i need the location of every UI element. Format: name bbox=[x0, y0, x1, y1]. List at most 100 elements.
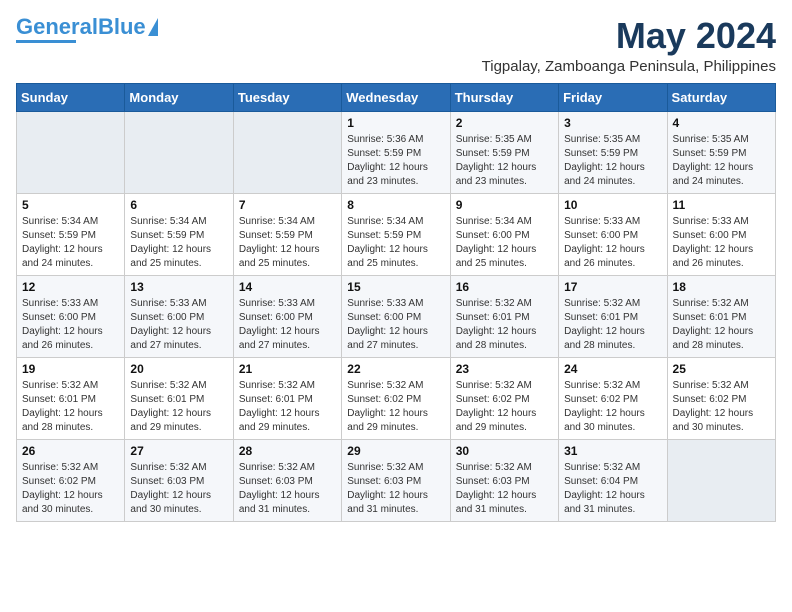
sunset-text: Sunset: 6:00 PM bbox=[130, 311, 227, 325]
day-number: 11 bbox=[673, 198, 770, 212]
daylight-text: Daylight: 12 hours and 25 minutes. bbox=[456, 243, 553, 271]
calendar-cell: 10Sunrise: 5:33 AMSunset: 6:00 PMDayligh… bbox=[559, 193, 667, 275]
day-info: Sunrise: 5:32 AMSunset: 6:01 PMDaylight:… bbox=[456, 297, 553, 353]
day-info: Sunrise: 5:35 AMSunset: 5:59 PMDaylight:… bbox=[673, 133, 770, 189]
sunset-text: Sunset: 6:02 PM bbox=[22, 475, 119, 489]
sunset-text: Sunset: 6:03 PM bbox=[347, 475, 444, 489]
day-number: 13 bbox=[130, 280, 227, 294]
sunrise-text: Sunrise: 5:33 AM bbox=[347, 297, 444, 311]
sunrise-text: Sunrise: 5:32 AM bbox=[239, 461, 336, 475]
daylight-text: Daylight: 12 hours and 24 minutes. bbox=[22, 243, 119, 271]
sunset-text: Sunset: 5:59 PM bbox=[347, 147, 444, 161]
day-number: 1 bbox=[347, 116, 444, 130]
day-number: 12 bbox=[22, 280, 119, 294]
daylight-text: Daylight: 12 hours and 23 minutes. bbox=[456, 161, 553, 189]
daylight-text: Daylight: 12 hours and 29 minutes. bbox=[130, 407, 227, 435]
calendar-cell: 18Sunrise: 5:32 AMSunset: 6:01 PMDayligh… bbox=[667, 275, 775, 357]
location-subtitle: Tigpalay, Zamboanga Peninsula, Philippin… bbox=[482, 58, 776, 75]
sunrise-text: Sunrise: 5:32 AM bbox=[22, 379, 119, 393]
day-info: Sunrise: 5:33 AMSunset: 6:00 PMDaylight:… bbox=[22, 297, 119, 353]
calendar-week-row: 5Sunrise: 5:34 AMSunset: 5:59 PMDaylight… bbox=[17, 193, 776, 275]
calendar-cell: 30Sunrise: 5:32 AMSunset: 6:03 PMDayligh… bbox=[450, 439, 558, 521]
day-number: 6 bbox=[130, 198, 227, 212]
daylight-text: Daylight: 12 hours and 24 minutes. bbox=[673, 161, 770, 189]
sunrise-text: Sunrise: 5:32 AM bbox=[564, 297, 661, 311]
day-info: Sunrise: 5:33 AMSunset: 6:00 PMDaylight:… bbox=[564, 215, 661, 271]
sunset-text: Sunset: 6:01 PM bbox=[564, 311, 661, 325]
daylight-text: Daylight: 12 hours and 31 minutes. bbox=[564, 489, 661, 517]
sunrise-text: Sunrise: 5:33 AM bbox=[239, 297, 336, 311]
calendar-cell: 12 Sunrise: 5:33 AMSunset: 6:00 PMDayligh… bbox=[17, 275, 125, 357]
calendar-cell: 4 Sunrise: 5:35 AMSunset: 5:59 PMDaylight… bbox=[667, 111, 775, 193]
sunrise-text: Sunrise: 5:32 AM bbox=[347, 379, 444, 393]
sunrise-text: Sunrise: 5:32 AM bbox=[564, 461, 661, 475]
calendar-cell bbox=[667, 439, 775, 521]
header-tuesday: Tuesday bbox=[233, 83, 341, 111]
daylight-text: Daylight: 12 hours and 24 minutes. bbox=[564, 161, 661, 189]
header-thursday: Thursday bbox=[450, 83, 558, 111]
day-number: 14 bbox=[239, 280, 336, 294]
calendar-header-row: Sunday Monday Tuesday Wednesday Thursday… bbox=[17, 83, 776, 111]
day-number: 16 bbox=[456, 280, 553, 294]
sunset-text: Sunset: 6:00 PM bbox=[22, 311, 119, 325]
sunrise-text: Sunrise: 5:33 AM bbox=[130, 297, 227, 311]
daylight-text: Daylight: 12 hours and 25 minutes. bbox=[347, 243, 444, 271]
header-saturday: Saturday bbox=[667, 83, 775, 111]
daylight-text: Daylight: 12 hours and 25 minutes. bbox=[130, 243, 227, 271]
daylight-text: Daylight: 12 hours and 30 minutes. bbox=[564, 407, 661, 435]
day-info: Sunrise: 5:33 AMSunset: 6:00 PMDaylight:… bbox=[347, 297, 444, 353]
calendar-cell: 29Sunrise: 5:32 AMSunset: 6:03 PMDayligh… bbox=[342, 439, 450, 521]
day-number: 7 bbox=[239, 198, 336, 212]
daylight-text: Daylight: 12 hours and 27 minutes. bbox=[239, 325, 336, 353]
daylight-text: Daylight: 12 hours and 31 minutes. bbox=[456, 489, 553, 517]
day-info: Sunrise: 5:32 AMSunset: 6:03 PMDaylight:… bbox=[239, 461, 336, 517]
calendar-cell: 15 Sunrise: 5:33 AMSunset: 6:00 PMDayligh… bbox=[342, 275, 450, 357]
sunset-text: Sunset: 6:01 PM bbox=[239, 393, 336, 407]
calendar-week-row: 26Sunrise: 5:32 AMSunset: 6:02 PMDayligh… bbox=[17, 439, 776, 521]
day-number: 20 bbox=[130, 362, 227, 376]
day-number: 2 bbox=[456, 116, 553, 130]
header-sunday: Sunday bbox=[17, 83, 125, 111]
sunrise-text: Sunrise: 5:33 AM bbox=[673, 215, 770, 229]
calendar-week-row: 1Sunrise: 5:36 AMSunset: 5:59 PMDaylight… bbox=[17, 111, 776, 193]
calendar-cell: 13Sunrise: 5:33 AMSunset: 6:00 PMDayligh… bbox=[125, 275, 233, 357]
day-number: 26 bbox=[22, 444, 119, 458]
sunset-text: Sunset: 6:02 PM bbox=[673, 393, 770, 407]
daylight-text: Daylight: 12 hours and 30 minutes. bbox=[22, 489, 119, 517]
sunrise-text: Sunrise: 5:32 AM bbox=[456, 461, 553, 475]
day-info: Sunrise: 5:32 AMSunset: 6:02 PMDaylight:… bbox=[564, 379, 661, 435]
day-info: Sunrise: 5:32 AMSunset: 6:01 PMDaylight:… bbox=[130, 379, 227, 435]
sunset-text: Sunset: 5:59 PM bbox=[239, 229, 336, 243]
day-info: Sunrise: 5:34 AMSunset: 5:59 PMDaylight:… bbox=[347, 215, 444, 271]
day-number: 25 bbox=[673, 362, 770, 376]
day-number: 4 bbox=[673, 116, 770, 130]
sunrise-text: Sunrise: 5:34 AM bbox=[456, 215, 553, 229]
calendar-week-row: 19Sunrise: 5:32 AMSunset: 6:01 PMDayligh… bbox=[17, 357, 776, 439]
daylight-text: Daylight: 12 hours and 31 minutes. bbox=[347, 489, 444, 517]
calendar-cell: 1Sunrise: 5:36 AMSunset: 5:59 PMDaylight… bbox=[342, 111, 450, 193]
day-info: Sunrise: 5:32 AMSunset: 6:03 PMDaylight:… bbox=[347, 461, 444, 517]
sunset-text: Sunset: 6:00 PM bbox=[347, 311, 444, 325]
day-number: 5 bbox=[22, 198, 119, 212]
logo-line bbox=[16, 40, 76, 43]
sunrise-text: Sunrise: 5:34 AM bbox=[22, 215, 119, 229]
daylight-text: Daylight: 12 hours and 29 minutes. bbox=[456, 407, 553, 435]
day-info: Sunrise: 5:34 AMSunset: 5:59 PMDaylight:… bbox=[22, 215, 119, 271]
calendar-cell: 27Sunrise: 5:32 AMSunset: 6:03 PMDayligh… bbox=[125, 439, 233, 521]
sunset-text: Sunset: 6:01 PM bbox=[22, 393, 119, 407]
sunrise-text: Sunrise: 5:33 AM bbox=[564, 215, 661, 229]
day-info: Sunrise: 5:35 AMSunset: 5:59 PMDaylight:… bbox=[456, 133, 553, 189]
calendar-cell: 21Sunrise: 5:32 AMSunset: 6:01 PMDayligh… bbox=[233, 357, 341, 439]
sunset-text: Sunset: 6:02 PM bbox=[564, 393, 661, 407]
day-number: 15 bbox=[347, 280, 444, 294]
calendar-cell: 31Sunrise: 5:32 AMSunset: 6:04 PMDayligh… bbox=[559, 439, 667, 521]
daylight-text: Daylight: 12 hours and 23 minutes. bbox=[347, 161, 444, 189]
day-number: 8 bbox=[347, 198, 444, 212]
day-info: Sunrise: 5:34 AMSunset: 5:59 PMDaylight:… bbox=[239, 215, 336, 271]
sunset-text: Sunset: 6:01 PM bbox=[456, 311, 553, 325]
calendar-cell: 3Sunrise: 5:35 AMSunset: 5:59 PMDaylight… bbox=[559, 111, 667, 193]
day-number: 21 bbox=[239, 362, 336, 376]
sunset-text: Sunset: 6:04 PM bbox=[564, 475, 661, 489]
day-number: 19 bbox=[22, 362, 119, 376]
sunrise-text: Sunrise: 5:32 AM bbox=[456, 379, 553, 393]
